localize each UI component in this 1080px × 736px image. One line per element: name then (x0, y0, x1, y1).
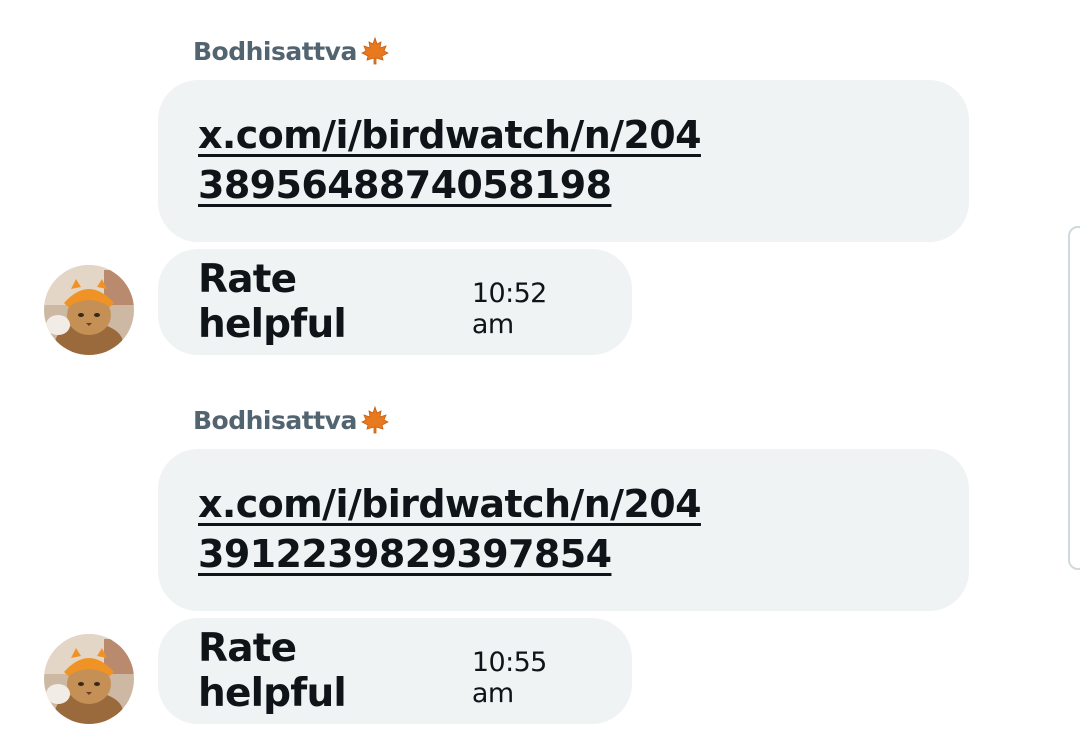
chat-conversation: Bodhisattva x.com/i/birdwatch/n/20438956… (0, 0, 1080, 736)
reply-text: Rate helpful (198, 257, 347, 347)
message-bubble-link[interactable]: x.com/i/birdwatch/n/2043895648874058198 (158, 80, 969, 242)
birdwatch-link[interactable]: x.com/i/birdwatch/n/2043895648874058198 (198, 110, 718, 210)
sender-name: Bodhisattva (193, 405, 391, 435)
message-bubble-reply[interactable]: Rate helpful 10:52 am (158, 249, 632, 355)
sender-name-text: Bodhisattva (193, 405, 357, 435)
message-bubble-reply[interactable]: Rate helpful 10:55 am (158, 618, 632, 724)
reply-text: Rate helpful (198, 626, 347, 716)
sender-name: Bodhisattva (193, 36, 391, 66)
message-timestamp: 10:55 am (471, 647, 547, 709)
cat-avatar-icon[interactable] (44, 265, 134, 355)
scrollbar[interactable] (1068, 226, 1080, 570)
birdwatch-link[interactable]: x.com/i/birdwatch/n/2043912239829397854 (198, 479, 718, 579)
message-bubble-link[interactable]: x.com/i/birdwatch/n/2043912239829397854 (158, 449, 969, 611)
message-timestamp: 10:52 am (471, 278, 547, 340)
maple-leaf-icon (359, 35, 391, 67)
cat-avatar-icon[interactable] (44, 634, 134, 724)
sender-name-text: Bodhisattva (193, 36, 357, 66)
maple-leaf-icon (359, 404, 391, 436)
